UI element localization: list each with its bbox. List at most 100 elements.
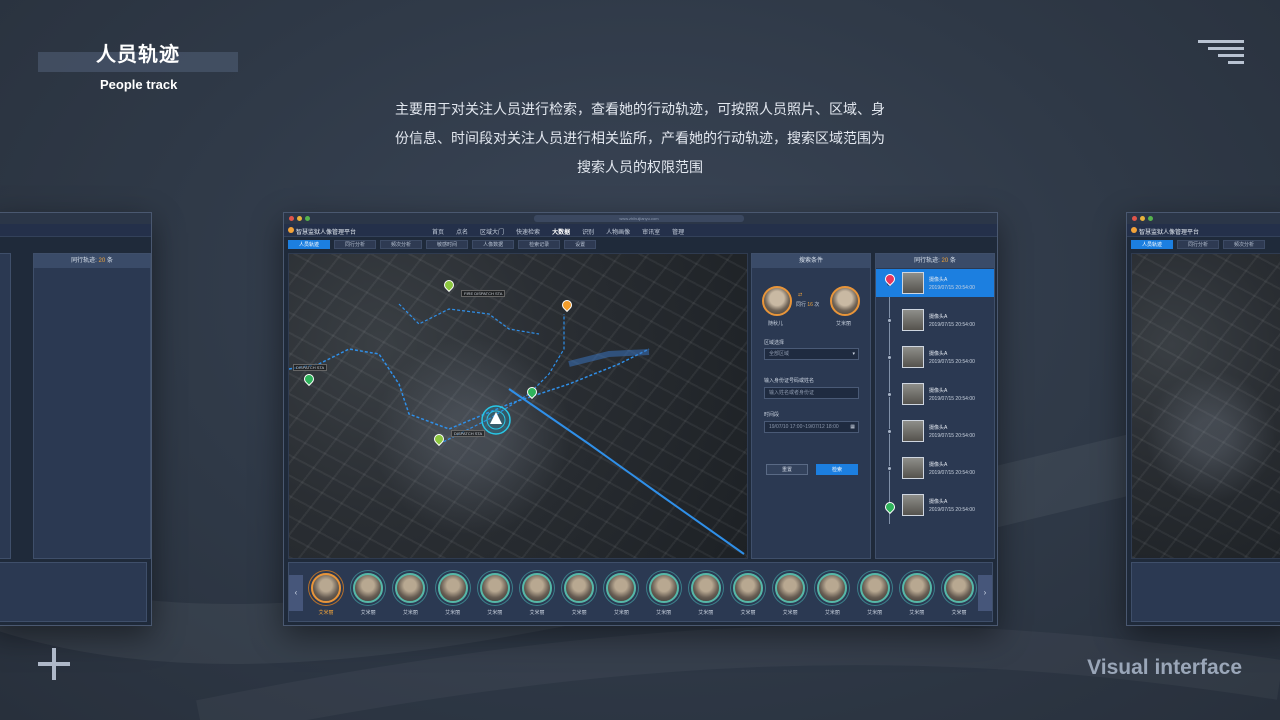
tab-frequency[interactable]: 频次分析 (380, 240, 423, 249)
id-input[interactable]: 输入姓名或者身份证 (764, 387, 859, 399)
track-camera-name: 摄像头A (929, 499, 948, 505)
face-name: 艾米丽 (613, 610, 629, 616)
area-select[interactable]: 全部区域 ▾ (764, 348, 859, 360)
face-name: 艾米丽 (360, 610, 376, 616)
camera-snapshot (902, 272, 924, 294)
app-title: 智慧监狱人像管理平台 (296, 230, 357, 236)
nav-item[interactable]: 识别 (582, 227, 594, 236)
face-thumbnail[interactable] (733, 573, 763, 603)
main-nav: 首页 点名 区域大门 快速检索 大数据 识别 人物画像 审讯室 管理 (432, 227, 684, 236)
person-a-avatar[interactable] (762, 286, 792, 316)
nav-item[interactable]: 首页 (432, 227, 444, 236)
camera-snapshot (902, 420, 924, 442)
timeline-dot (887, 318, 892, 323)
track-time: 2019/07/15 20:54:00 (929, 470, 975, 476)
face-thumbnail[interactable] (944, 573, 974, 603)
nav-item[interactable]: 管理 (672, 227, 684, 236)
sub-tabs: 人员轨迹 同行分析 频次分析 敏感时间 人像数据 检索记录 设置 (288, 240, 993, 250)
tab-search-history[interactable]: 检索记录 (518, 240, 561, 249)
track-panel-header: 同行轨迹: 20 条 (876, 254, 994, 268)
face-strip: ‹ › 艾米丽 艾米丽 艾米丽 艾米丽 艾米丽 艾米丽 艾米丽 艾米丽 艾米丽 艾米丽 艾米丽 艾米丽… (288, 562, 993, 622)
page-subtitle: People track (100, 77, 178, 92)
face-name: 艾米丽 (487, 610, 503, 616)
time-label: 时间段 (764, 412, 780, 418)
face-thumbnail[interactable] (437, 573, 468, 603)
tab-sensitive-time[interactable]: 敏感时间 (426, 240, 469, 249)
track-row[interactable]: 摄像头A 2019/07/15 20:54:00 (876, 269, 994, 297)
nav-item[interactable]: 人物画像 (606, 227, 630, 236)
track-camera-name: 摄像头A (929, 462, 948, 468)
nav-item[interactable]: 审讯室 (642, 227, 660, 236)
camera-snapshot (902, 383, 924, 405)
left-preview-window: 同行轨迹: 20 条 (0, 212, 152, 626)
menu-icon[interactable] (1198, 40, 1244, 66)
timeline-dot (887, 429, 892, 434)
reset-button[interactable]: 重置 (766, 464, 808, 475)
face-thumbnail[interactable] (648, 573, 679, 603)
face-thumbnail[interactable] (859, 573, 890, 603)
face-name: 艾米丽 (529, 610, 545, 616)
track-time: 2019/07/15 20:54:00 (929, 285, 975, 291)
face-thumbnail[interactable] (901, 573, 932, 603)
right-preview-window: 智慧监狱人像管理平台 人员轨迹 同行分析 频次分析 (1126, 212, 1280, 626)
route-overlay (289, 303, 745, 555)
person-b-avatar[interactable] (830, 286, 860, 316)
track-row[interactable]: 摄像头A 2019/07/15 20:54:00 (876, 417, 994, 445)
camera-snapshot (902, 494, 924, 516)
nav-item[interactable]: 快速检索 (516, 227, 540, 236)
track-row[interactable]: 摄像头A 2019/07/15 20:54:00 (876, 343, 994, 371)
timeline-dot (887, 466, 892, 471)
track-row[interactable]: 摄像头A 2019/07/15 20:54:00 (876, 306, 994, 334)
face-thumbnail[interactable] (395, 573, 426, 603)
maximize-dot-icon[interactable] (305, 216, 310, 221)
face-thumbnail[interactable] (311, 573, 341, 603)
track-time: 2019/07/15 20:54:00 (929, 507, 975, 513)
nav-item[interactable]: 区域大门 (480, 227, 504, 236)
tab-face-data[interactable]: 人像数据 (472, 240, 515, 249)
person-a-name: 随秋儿 (768, 321, 784, 327)
face-name: 艾米丽 (571, 610, 587, 616)
face-name: 艾米丽 (656, 610, 672, 616)
track-time: 2019/07/15 20:54:00 (929, 322, 975, 328)
calendar-icon: ▦ (850, 424, 855, 430)
track-row[interactable]: 摄像头A 2019/07/15 20:54:00 (876, 454, 994, 482)
timeline-dot (887, 392, 892, 397)
time-range-input[interactable]: 19/07/10 17:00~19/07/12 18:00 ▦ (764, 421, 859, 433)
search-button[interactable]: 检索 (816, 464, 858, 475)
face-name: 艾米丽 (951, 610, 967, 616)
camera-snapshot (902, 457, 924, 479)
camera-snapshot (902, 309, 924, 331)
description-line: 份信息、时间段对关注人员进行相关监所，产看她的行动轨迹，搜索区域范围为 (395, 130, 885, 146)
face-name: 艾米丽 (445, 610, 461, 616)
tab-companion[interactable]: 同行分析 (334, 240, 377, 249)
face-thumbnail[interactable] (479, 573, 510, 603)
face-thumbnail[interactable] (690, 573, 721, 603)
track-camera-name: 摄像头A (929, 351, 948, 357)
close-dot-icon[interactable] (289, 216, 294, 221)
chevron-down-icon: ▾ (852, 351, 855, 357)
chevron-left-icon[interactable]: ‹ (289, 575, 303, 611)
nav-item[interactable]: 点名 (456, 227, 468, 236)
tab-settings[interactable]: 设置 (564, 240, 597, 249)
nav-item-active[interactable]: 大数据 (552, 227, 570, 236)
face-thumbnail[interactable] (606, 573, 637, 603)
tab-people-track[interactable]: 人员轨迹 (288, 240, 331, 249)
track-row[interactable]: 摄像头A 2019/07/15 20:54:00 (876, 380, 994, 408)
face-thumbnail[interactable] (817, 573, 848, 603)
face-name: 艾米丽 (740, 610, 756, 616)
plus-icon[interactable] (38, 648, 70, 680)
description-line: 主要用于对关注人员进行检索，查看她的行动轨迹，可按照人员照片、区域、身 (395, 101, 885, 117)
search-panel: 搜索条件 ⇄ 同行 16 次 随秋儿 艾米丽 区域选择 全部区域 ▾ 输入身份证… (751, 253, 871, 559)
minimize-dot-icon[interactable] (297, 216, 302, 221)
track-panel: 同行轨迹: 20 条 摄像头A 2019/07/15 20:54:00 摄像头A 20… (875, 253, 995, 559)
face-thumbnail[interactable] (775, 573, 806, 603)
face-thumbnail[interactable] (522, 573, 552, 603)
face-name: 艾米丽 (867, 610, 883, 616)
map-view[interactable]: FIRE DISPATCH STA DISPATCH STA DISPATCH … (288, 253, 748, 559)
url-bar[interactable]: www.zhihuijianyu.com (534, 215, 744, 222)
search-panel-header: 搜索条件 (752, 254, 870, 268)
timeline-dot (887, 355, 892, 360)
chevron-right-icon[interactable]: › (978, 575, 992, 611)
face-thumbnail[interactable] (353, 573, 384, 603)
face-thumbnail[interactable] (564, 573, 595, 603)
